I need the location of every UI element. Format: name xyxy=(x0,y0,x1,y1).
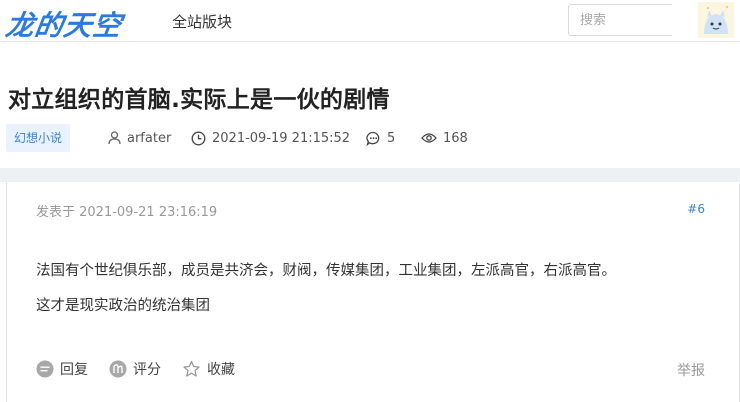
author-name: arfater xyxy=(127,130,172,146)
report-link[interactable]: 举报 xyxy=(677,360,705,380)
reply-count-value: 5 xyxy=(387,130,396,146)
nav-all-boards[interactable]: 全站版块 xyxy=(172,11,232,32)
reply-button[interactable]: 回复 xyxy=(36,359,88,379)
thread-title: 对立组织的首脑.实际上是一伙的剧情 xyxy=(8,87,390,113)
floor-number-link[interactable]: #6 xyxy=(687,202,705,216)
user-icon xyxy=(108,131,121,145)
favorite-button[interactable]: 收藏 xyxy=(182,359,235,379)
avatar[interactable] xyxy=(698,2,734,38)
comment-icon xyxy=(366,131,380,146)
post-body-line: 这才是现实政治的统治集团 xyxy=(36,298,210,314)
post-time: 2021-09-19 21:15:52 xyxy=(191,124,350,152)
view-count-value: 168 xyxy=(443,130,468,146)
section-separator xyxy=(0,168,740,182)
category-tag[interactable]: 幻想小说 xyxy=(6,124,71,152)
view-count: 168 xyxy=(421,124,468,152)
star-icon xyxy=(183,360,200,377)
rate-label: 评分 xyxy=(133,362,161,378)
post-date: 发表于 2021-09-21 23:16:19 xyxy=(36,205,218,220)
post-body-line: 法国有个世纪俱乐部，成员是共济会，财阀，传媒集团，工业集团，左派高官，右派高官。 xyxy=(36,263,616,279)
author-info[interactable]: arfater xyxy=(108,124,171,152)
thread-meta: 幻想小说 arfater 2021-09-19 21:15:52 5 168 xyxy=(6,124,736,154)
clock-icon xyxy=(191,131,206,145)
favorite-label: 收藏 xyxy=(207,362,235,378)
top-navigation-bar: 龙的天空 全站版块 xyxy=(0,0,740,42)
post-actions: 回复 评分 收藏 xyxy=(36,358,256,380)
rate-button[interactable]: 评分 xyxy=(109,359,161,379)
reply-label: 回复 xyxy=(60,362,88,378)
rate-icon xyxy=(109,360,127,378)
reply-icon xyxy=(36,360,54,378)
search-input[interactable] xyxy=(568,4,672,36)
reply-count: 5 xyxy=(366,124,395,152)
eye-icon xyxy=(421,133,437,143)
site-logo[interactable]: 龙的天空 xyxy=(3,4,125,44)
post-datetime: 2021-09-19 21:15:52 xyxy=(212,130,351,146)
